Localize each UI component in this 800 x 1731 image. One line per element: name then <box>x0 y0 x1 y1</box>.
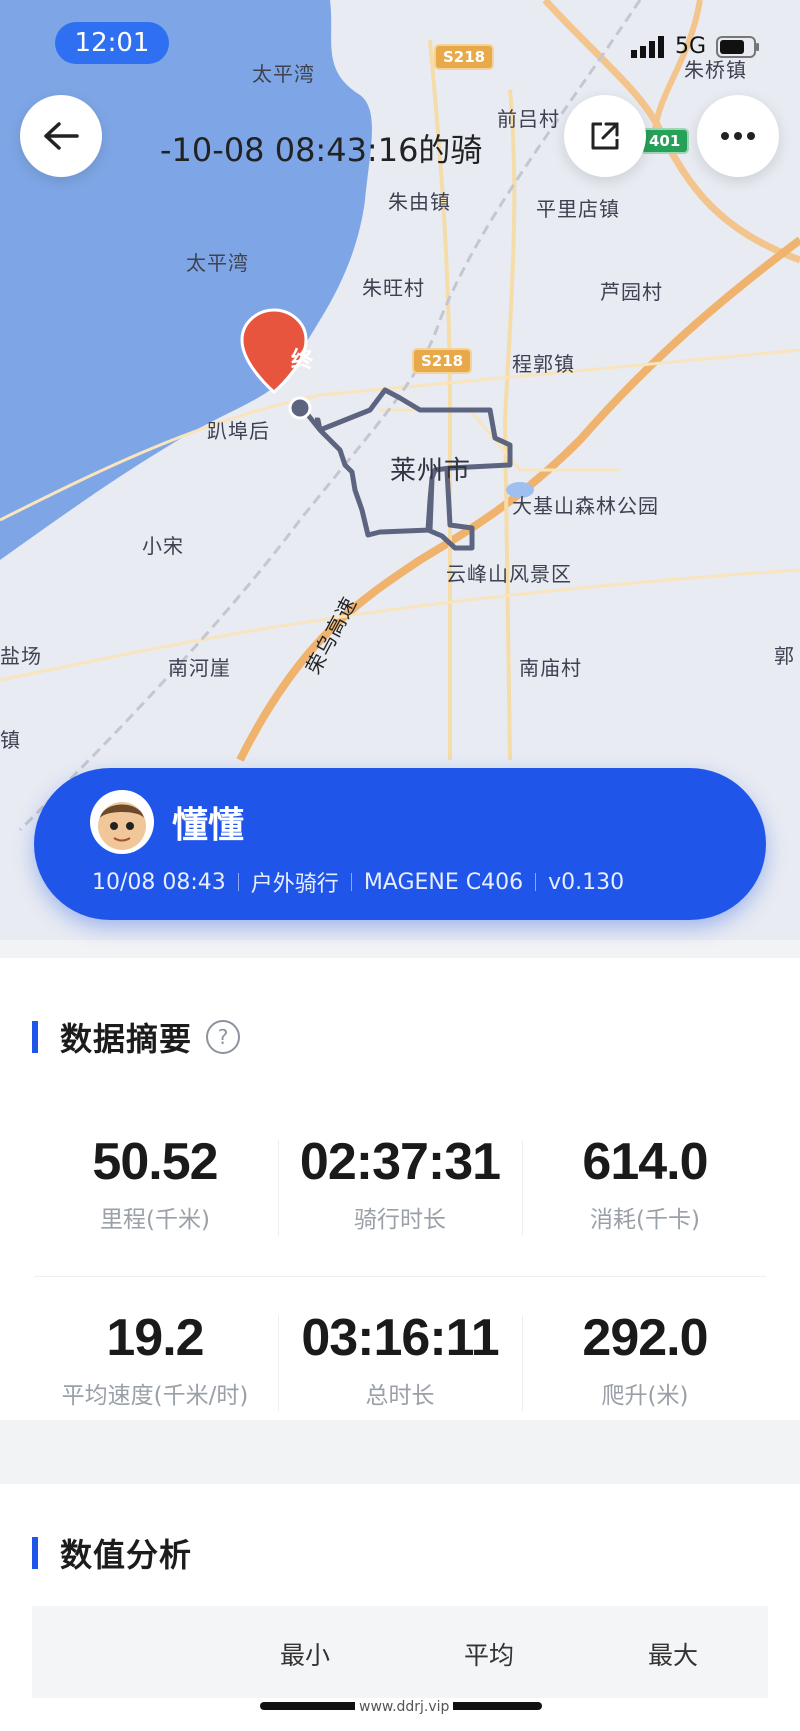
app-version: v0.130 <box>548 869 625 895</box>
stat-riding-time: 02:37:31 骑行时长 <box>290 1132 510 1234</box>
map-place-label: 南庙村 <box>519 656 582 680</box>
share-button[interactable] <box>564 95 646 177</box>
map-place-label: 小宋 <box>142 534 184 558</box>
user-name: 懂懂 <box>172 805 245 846</box>
more-button[interactable] <box>697 95 779 177</box>
map-place-label: 云峰山风景区 <box>446 562 572 586</box>
map-place-label: 朱由镇 <box>388 190 451 214</box>
stat-total-time: 03:16:11 总时长 <box>290 1308 510 1410</box>
stat-divider <box>522 1140 523 1236</box>
network-label: 5G <box>674 34 706 59</box>
analysis-section-header: 数值分析 <box>32 1530 192 1576</box>
road-badge: 401 <box>640 128 690 154</box>
map-place-label: 太平湾 <box>186 251 249 275</box>
meta-divider <box>350 873 352 891</box>
map-place-label: 大基山森林公园 <box>512 494 659 518</box>
stat-value: 50.52 <box>92 1133 218 1191</box>
stat-divider <box>278 1315 279 1411</box>
stat-divider <box>522 1315 523 1411</box>
stat-value: 292.0 <box>582 1309 708 1367</box>
end-marker-label: 终 <box>291 348 315 373</box>
map-place-label: 平里店镇 <box>536 197 620 221</box>
map-place-label: 南河崖 <box>168 656 231 680</box>
stat-label: 爬升(米) <box>601 1383 689 1409</box>
status-bar: 12:01 5G <box>0 0 800 90</box>
watermark-text: www.ddrj.vip <box>355 1699 454 1715</box>
avatar[interactable] <box>90 790 154 854</box>
device-name: MAGENE C406 <box>363 869 524 895</box>
stat-label: 消耗(千卡) <box>590 1207 700 1233</box>
map-place-label: 镇 <box>0 728 21 752</box>
stat-row-divider <box>34 1276 766 1277</box>
signal-icon <box>630 35 664 58</box>
stat-avg-speed: 19.2 平均速度(千米/时) <box>35 1308 275 1410</box>
summary-title: 数据摘要 <box>60 1020 193 1058</box>
road-badge: S218 <box>412 348 473 374</box>
activity-profile-card: 懂懂 10/08 08:43 户外骑行 MAGENE C406 v0.130 <box>34 768 766 920</box>
stat-value: 02:37:31 <box>299 1133 501 1191</box>
activity-type: 户外骑行 <box>250 872 339 897</box>
page-title: -10-08 08:43:16的骑 <box>160 131 483 169</box>
stat-calories: 614.0 消耗(千卡) <box>535 1132 755 1234</box>
more-dots-icon <box>721 132 755 140</box>
map-city-label: 莱州市 <box>390 456 472 486</box>
analysis-table-header: 最小 平均 最大 <box>32 1606 768 1698</box>
map-place-label: 郭 <box>774 644 795 668</box>
map-place-label: 趴埠后 <box>207 419 270 443</box>
arrow-left-icon <box>44 122 79 150</box>
section-accent-bar <box>32 1021 38 1053</box>
stat-value: 614.0 <box>582 1133 708 1191</box>
avatar-cartoon-icon <box>98 802 146 850</box>
column-avg: 平均 <box>464 1641 515 1670</box>
activity-date: 10/08 08:43 <box>92 869 226 895</box>
summary-section-header: 数据摘要 ? <box>32 1014 241 1060</box>
stat-label: 里程(千米) <box>100 1207 210 1233</box>
map-place-label: 盐场 <box>0 644 42 668</box>
activity-meta: 10/08 08:43 户外骑行 MAGENE C406 v0.130 <box>92 866 624 898</box>
stat-divider <box>278 1140 279 1236</box>
map-place-label: 朱旺村 <box>362 276 425 300</box>
status-time: 12:01 <box>55 22 169 64</box>
stat-value: 03:16:11 <box>301 1309 499 1367</box>
analysis-title: 数值分析 <box>60 1536 193 1574</box>
stat-label: 平均速度(千米/时) <box>61 1383 249 1409</box>
map-place-label: 芦园村 <box>600 280 663 304</box>
meta-divider <box>237 873 239 891</box>
back-button[interactable] <box>20 95 102 177</box>
column-max: 最大 <box>648 1641 699 1670</box>
stat-label: 骑行时长 <box>354 1207 446 1233</box>
stat-value: 19.2 <box>106 1309 204 1367</box>
status-indicators: 5G <box>630 34 760 59</box>
stat-elevation-gain: 292.0 爬升(米) <box>535 1308 755 1410</box>
map-place-label: 程郭镇 <box>512 352 575 376</box>
stat-distance: 50.52 里程(千米) <box>45 1132 265 1234</box>
battery-icon <box>716 35 759 58</box>
meta-divider <box>535 873 537 891</box>
help-icon[interactable]: ? <box>206 1020 241 1054</box>
section-accent-bar <box>32 1537 38 1569</box>
stat-label: 总时长 <box>365 1383 435 1409</box>
share-icon <box>591 122 619 150</box>
column-min: 最小 <box>280 1641 331 1670</box>
